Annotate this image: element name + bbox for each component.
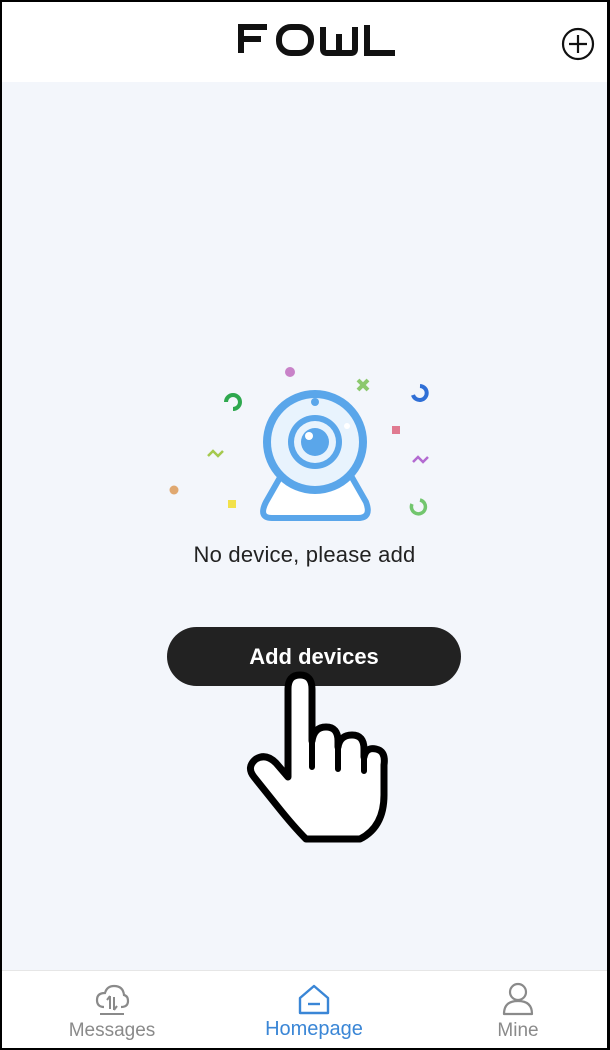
cloud-icon — [95, 984, 130, 1015]
tab-homepage[interactable]: Homepage — [239, 971, 389, 1048]
tab-messages[interactable]: Messages — [37, 971, 187, 1048]
home-icon — [298, 984, 330, 1015]
user-icon — [502, 982, 534, 1016]
tab-label-messages: Messages — [68, 1020, 156, 1041]
fowl-logo — [238, 24, 395, 56]
app-header — [2, 2, 607, 82]
tab-mine[interactable]: Mine — [443, 971, 593, 1048]
app-screen: No device, please add Add devices Messag… — [2, 2, 607, 1048]
add-device-plus-icon[interactable] — [560, 26, 596, 62]
bottom-tab-bar: Messages Homepage Mine — [2, 970, 607, 1048]
pointing-hand-icon — [247, 671, 388, 843]
tab-label-homepage: Homepage — [265, 1018, 363, 1040]
tab-label-mine: Mine — [497, 1020, 539, 1041]
webcam-illustration — [169, 367, 429, 521]
empty-state-message: No device, please add — [193, 542, 416, 567]
